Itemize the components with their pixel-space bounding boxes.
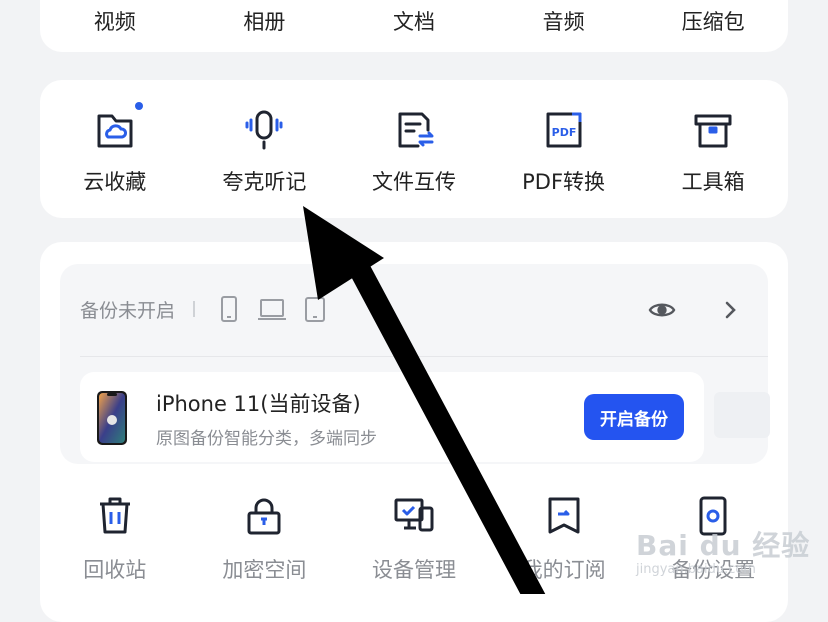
tool-pdf-convert[interactable]: PDF PDF转换: [489, 108, 639, 196]
enable-backup-button[interactable]: 开启备份: [584, 394, 684, 440]
backup-status: 备份未开启: [80, 299, 176, 322]
tool-label: 工具箱: [681, 170, 745, 194]
lock-icon: [242, 494, 286, 538]
pdf-icon: PDF: [542, 108, 586, 152]
tool-cloud-collection[interactable]: 云收藏: [40, 102, 190, 196]
svg-text:PDF: PDF: [551, 126, 576, 139]
divider: [80, 356, 768, 357]
eye-icon[interactable]: [648, 300, 676, 320]
encrypted-space-entry[interactable]: 加密空间: [190, 494, 340, 584]
tool-quark-notes[interactable]: 夸克听记: [190, 108, 340, 196]
current-device-card[interactable]: iPhone 11(当前设备) 原图备份智能分类，多端同步 开启备份: [80, 372, 704, 462]
cloud-folder-icon: [93, 102, 143, 152]
category-label: 音频: [542, 10, 585, 34]
category-label: 文档: [392, 10, 435, 34]
iphone-image: [97, 391, 127, 445]
entry-label: 我的订阅: [521, 558, 606, 582]
category-label: 视频: [93, 10, 136, 34]
file-category-card: 视频 相册 文档 音频 压缩包: [40, 0, 788, 52]
tool-toolbox[interactable]: 工具箱: [638, 108, 788, 196]
phone-device-icon: [221, 296, 238, 322]
devices-icon: [392, 494, 436, 538]
tool-label: 夸克听记: [222, 170, 307, 194]
watermark-logo: Bai du 经验: [636, 529, 811, 562]
trash-icon: [93, 494, 137, 538]
device-name: iPhone 11(当前设备): [156, 392, 361, 416]
device-management-entry[interactable]: 设备管理: [339, 494, 489, 584]
entry-label: 设备管理: [371, 558, 456, 582]
entry-label: 回收站: [83, 558, 147, 582]
file-transfer-icon: [392, 108, 436, 152]
entry-label: 加密空间: [222, 558, 307, 582]
watermark-url: jingyan.baidu.com: [636, 562, 756, 577]
tool-label: PDF转换: [522, 170, 606, 194]
tools-card: 云收藏 夸克听记 文件互传 PDF PDF转换 工具箱: [40, 80, 788, 218]
category-audio[interactable]: 音频: [489, 6, 639, 36]
category-label: 压缩包: [681, 10, 745, 34]
tool-label: 文件互传: [371, 170, 456, 194]
laptop-device-icon: [258, 299, 287, 320]
recycle-bin-entry[interactable]: 回收站: [40, 494, 190, 584]
device-description: 原图备份智能分类，多端同步: [156, 429, 377, 449]
microphone-icon: [242, 108, 286, 152]
backup-status-row[interactable]: 备份未开启: [80, 286, 343, 332]
backup-panel: 备份未开启 iPhone 11(当前设备) 原图备份智能分类，多端同步 开启备份: [60, 264, 770, 464]
bookmark-icon: [542, 494, 586, 538]
tool-label: 云收藏: [83, 170, 147, 194]
next-device-card[interactable]: [714, 392, 770, 438]
tool-file-transfer[interactable]: 文件互传: [339, 108, 489, 196]
subscriptions-entry[interactable]: 我的订阅: [489, 494, 639, 584]
chevron-right-icon[interactable]: [720, 300, 740, 320]
watermark: Bai du 经验 jingyan.baidu.com: [636, 524, 810, 577]
category-video[interactable]: 视频: [40, 6, 190, 36]
category-document[interactable]: 文档: [339, 6, 489, 36]
category-archive[interactable]: 压缩包: [638, 6, 788, 36]
toolbox-icon: [691, 108, 735, 152]
category-label: 相册: [243, 10, 286, 34]
tablet-device-icon: [305, 297, 326, 322]
category-album[interactable]: 相册: [190, 6, 340, 36]
separator: [193, 301, 196, 317]
notification-dot: [134, 102, 143, 110]
